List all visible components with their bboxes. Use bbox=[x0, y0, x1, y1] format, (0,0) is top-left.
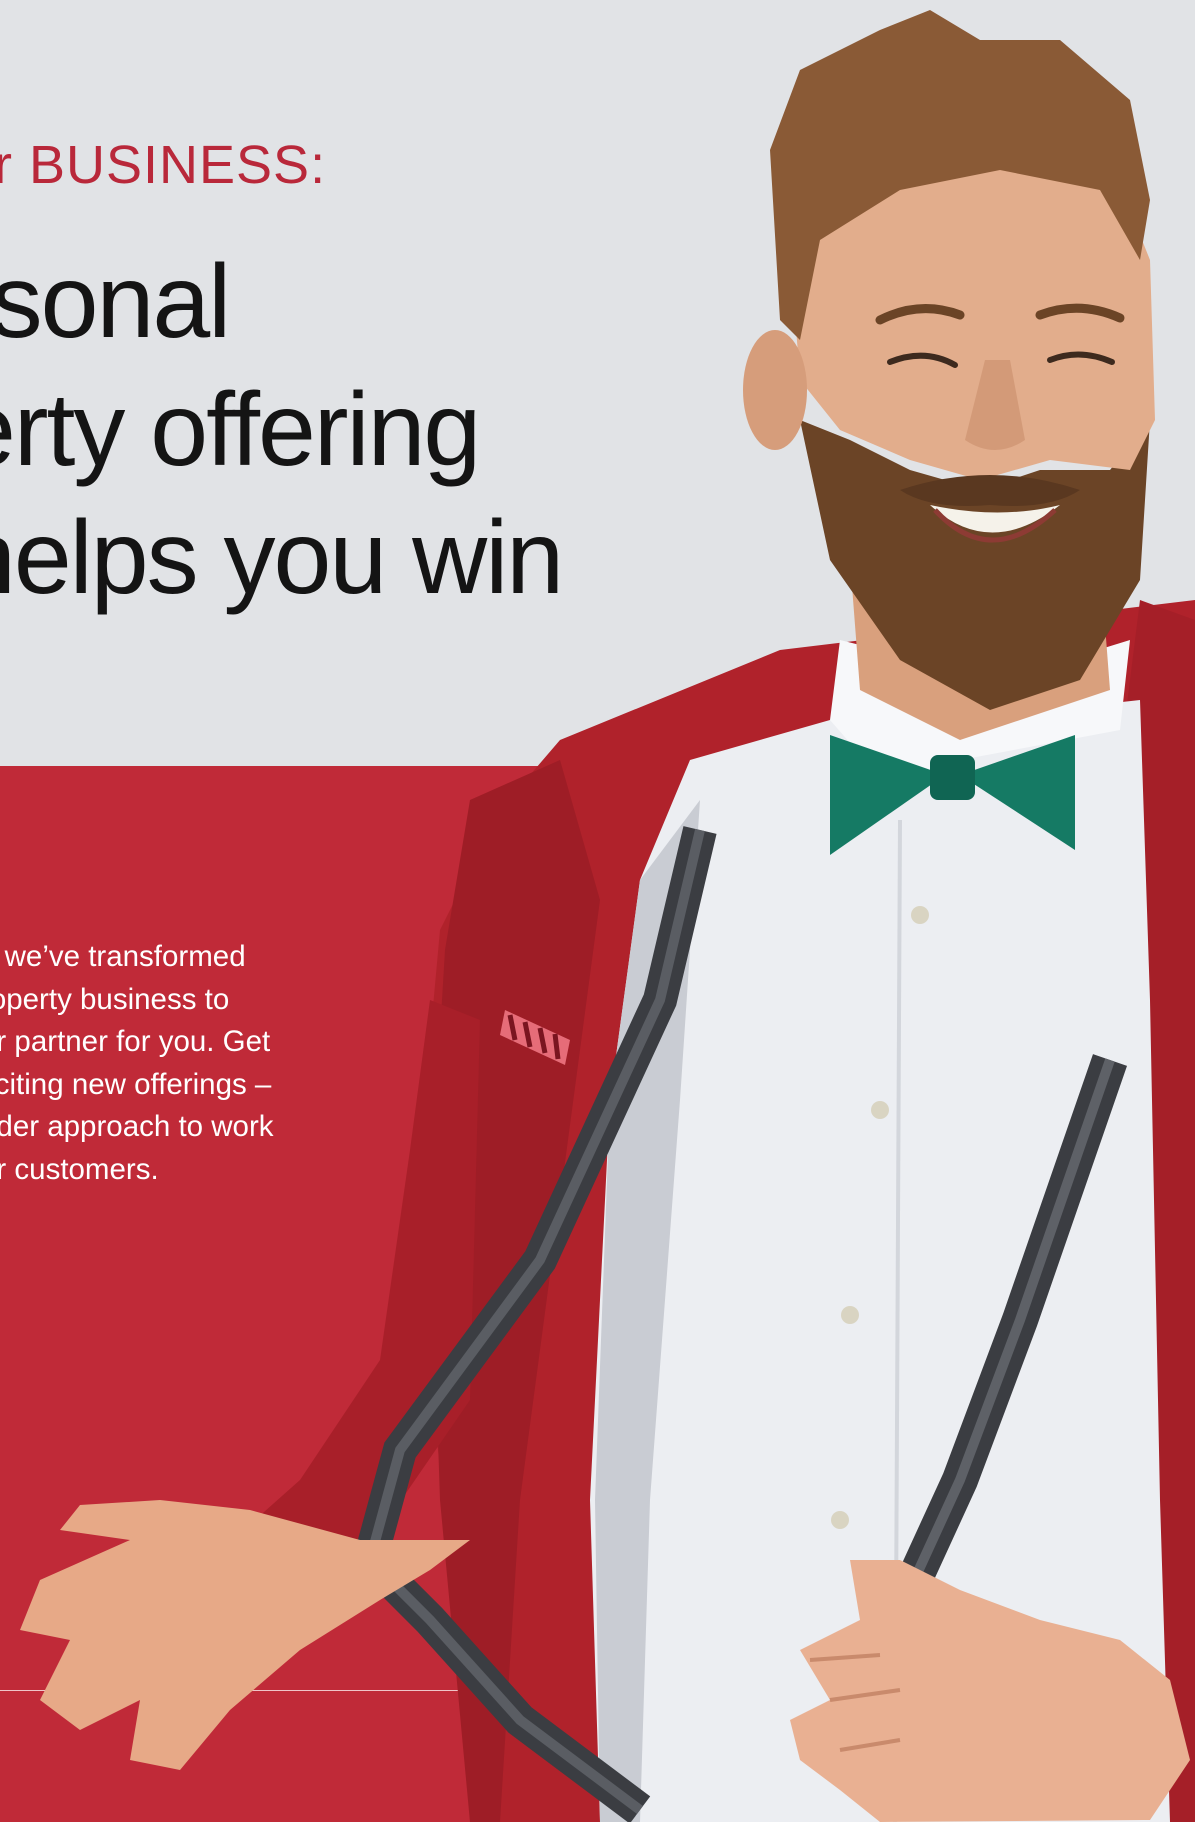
man-photo bbox=[20, 10, 1195, 1822]
